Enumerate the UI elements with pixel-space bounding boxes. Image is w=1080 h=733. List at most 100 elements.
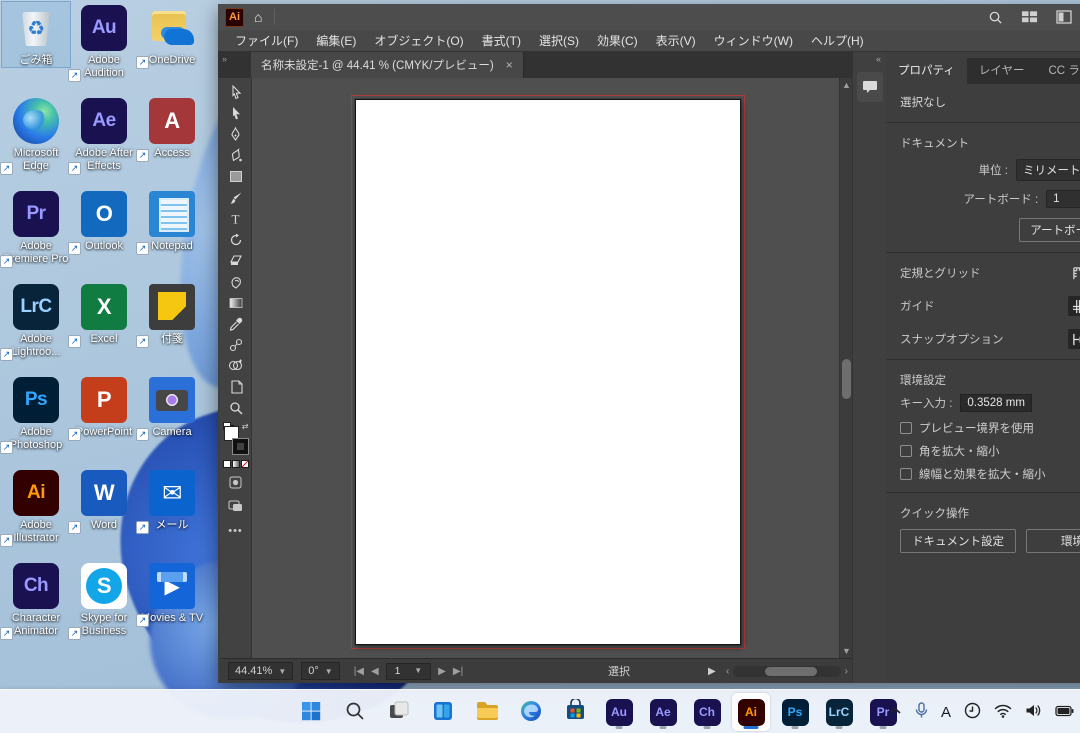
taskbar-audition-button[interactable]: Au (600, 693, 638, 731)
key-input-field[interactable]: 0.3528 mm (960, 394, 1032, 412)
taskbar-character-animator-button[interactable]: Ch (688, 693, 726, 731)
gradient-button[interactable] (232, 460, 240, 468)
microphone-icon[interactable] (915, 702, 928, 722)
desktop-icon-powerpoint[interactable]: P↗PowerPoint (70, 374, 138, 439)
artboard[interactable] (355, 99, 741, 645)
desktop-icon-camera[interactable]: ↗Camera (138, 374, 206, 439)
show-guides-icon[interactable] (1068, 296, 1080, 316)
desktop-icon-adobe-after-effects[interactable]: Ae↗Adobe After Effects (70, 95, 138, 173)
wifi-icon[interactable] (994, 704, 1012, 721)
desktop-icon-adobe-photoshop[interactable]: Ps↗Adobe Photoshop (2, 374, 70, 452)
desktop-icon-movies-tv[interactable]: ▶↗Movies & TV (138, 560, 206, 625)
rectangle-tool[interactable] (224, 166, 248, 187)
desktop-icon-excel[interactable]: X↗Excel (70, 281, 138, 346)
menu-o[interactable]: オブジェクト(O) (365, 30, 472, 52)
taskbar-start-button[interactable] (292, 693, 330, 731)
drawing-mode-button[interactable] (229, 476, 242, 492)
zoom-tool[interactable] (224, 397, 248, 418)
eyedropper-tool[interactable] (224, 313, 248, 334)
status-display[interactable]: 選択 (608, 663, 630, 679)
collapse-panels-icon[interactable]: « (853, 52, 886, 66)
checkbox-unchecked[interactable] (900, 468, 912, 480)
color-button[interactable] (223, 460, 231, 468)
taskbar-microsoft-store-button[interactable] (556, 693, 594, 731)
edit-toolbar-button[interactable]: ••• (228, 525, 243, 537)
checkbox-unchecked[interactable] (900, 422, 912, 434)
desktop-icon-skype-for-business[interactable]: S↗Skype for Business (70, 560, 138, 638)
desktop-icon-adobe-premiere-pro[interactable]: Pr↗Adobe Premiere Pro (2, 188, 70, 266)
menu-w[interactable]: ウィンドウ(W) (705, 30, 802, 52)
tab-properties[interactable]: プロパティ (886, 58, 967, 84)
curvature-tool[interactable] (224, 145, 248, 166)
horizontal-scrollbar-thumb[interactable] (765, 667, 817, 676)
scroll-left-icon[interactable]: ‹ (726, 666, 729, 677)
menu-t[interactable]: 書式(T) (473, 30, 530, 52)
menu-f[interactable]: ファイル(F) (226, 30, 307, 52)
horizontal-scrollbar[interactable]: ‹ › (726, 666, 848, 677)
rotate-tool[interactable] (224, 229, 248, 250)
next-artboard-icon[interactable]: ▶ (438, 666, 446, 677)
rulers-icon[interactable] (1068, 263, 1080, 283)
taskbar-photoshop-button[interactable]: Ps (776, 693, 814, 731)
taskbar-widgets-button[interactable] (424, 693, 462, 731)
horizontal-scrollbar-track[interactable] (733, 666, 840, 677)
menu-c[interactable]: 効果(C) (588, 30, 647, 52)
comments-panel-button[interactable] (857, 72, 883, 102)
menu-s[interactable]: 選択(S) (530, 30, 588, 52)
desktop-icon-adobe-illustrator[interactable]: Ai↗Adobe Illustrator (2, 467, 70, 545)
selection-tool[interactable] (224, 82, 248, 103)
document-tab[interactable]: 名称未設定-1 @ 44.41 % (CMYK/プレビュー) × (251, 52, 524, 78)
vertical-scrollbar[interactable]: ▲ ▼ (839, 78, 852, 658)
volume-icon[interactable] (1025, 703, 1042, 721)
taskbar-illustrator-button[interactable]: Ai (732, 693, 770, 731)
zoom-level-dropdown[interactable]: 44.41% ▼ (228, 662, 293, 680)
rotate-view-tool[interactable] (224, 271, 248, 292)
hidden-icons-chevron-icon[interactable] (888, 705, 902, 719)
scroll-up-icon[interactable]: ▲ (840, 78, 852, 92)
taskbar-task-view-button[interactable] (380, 693, 418, 731)
desktop-icon-outlook[interactable]: O↗Outlook (70, 188, 138, 253)
document-setup-button[interactable]: ドキュメント設定 (900, 529, 1016, 553)
taskbar-file-explorer-button[interactable] (468, 693, 506, 731)
paintbrush-tool[interactable] (224, 187, 248, 208)
desktop-icon-adobe-lightroo[interactable]: LrC↗Adobe Lightroo... (2, 281, 70, 359)
blend-tool[interactable] (224, 334, 248, 355)
artboard-number-dropdown[interactable]: 1 ▼ (386, 663, 431, 680)
checkbox-unchecked[interactable] (900, 445, 912, 457)
home-icon[interactable]: ⌂ (254, 9, 262, 25)
artboard-tool[interactable] (224, 376, 248, 397)
desktop-icon-character-animator[interactable]: Ch↗Character Animator (2, 560, 70, 638)
search-icon[interactable] (988, 10, 1003, 25)
snap-to-point-icon[interactable] (1068, 329, 1080, 349)
rotation-dropdown[interactable]: 0° ▼ (301, 662, 339, 680)
pen-tool[interactable] (224, 124, 248, 145)
workspace-switcher-icon[interactable] (1021, 10, 1038, 24)
tab-layers[interactable]: レイヤー (967, 58, 1037, 84)
taskbar-search-button[interactable] (336, 693, 374, 731)
desktop-icon-item[interactable]: ✉↗メール (138, 467, 206, 532)
preferences-button[interactable]: 環境設定 (1026, 529, 1080, 553)
type-tool[interactable]: T (224, 208, 248, 229)
tab-cc-libraries[interactable]: CC ライブラリ (1036, 58, 1080, 84)
clock-icon[interactable] (964, 702, 981, 722)
shape-builder-tool[interactable] (224, 355, 248, 376)
desktop-icon-item[interactable]: ↗付箋 (138, 281, 206, 346)
taskbar-edge-button[interactable] (512, 693, 550, 731)
desktop-icon-item[interactable]: ♻ごみ箱 (2, 2, 70, 67)
none-button[interactable] (241, 460, 249, 468)
desktop-icon-microsoft-edge[interactable]: ↗Microsoft Edge (2, 95, 70, 173)
menu-h[interactable]: ヘルプ(H) (802, 30, 873, 52)
fill-stroke-control[interactable]: ⇄ (223, 424, 249, 454)
vertical-scrollbar-thumb[interactable] (842, 359, 851, 399)
menu-e[interactable]: 編集(E) (307, 30, 365, 52)
close-tab-icon[interactable]: × (506, 58, 513, 72)
scroll-right-icon[interactable]: › (845, 666, 848, 677)
arrange-documents-icon[interactable] (1056, 10, 1072, 24)
desktop-icon-adobe-audition[interactable]: Au↗Adobe Audition (70, 2, 138, 80)
canvas-pasteboard[interactable]: ▲ ▼ (252, 78, 852, 658)
status-menu-arrow-icon[interactable]: ▶ (708, 666, 716, 677)
desktop-icon-notepad[interactable]: ↗Notepad (138, 188, 206, 253)
menu-v[interactable]: 表示(V) (647, 30, 705, 52)
desktop-icon-access[interactable]: A↗Access (138, 95, 206, 160)
last-artboard-icon[interactable]: ▶| (453, 666, 463, 677)
